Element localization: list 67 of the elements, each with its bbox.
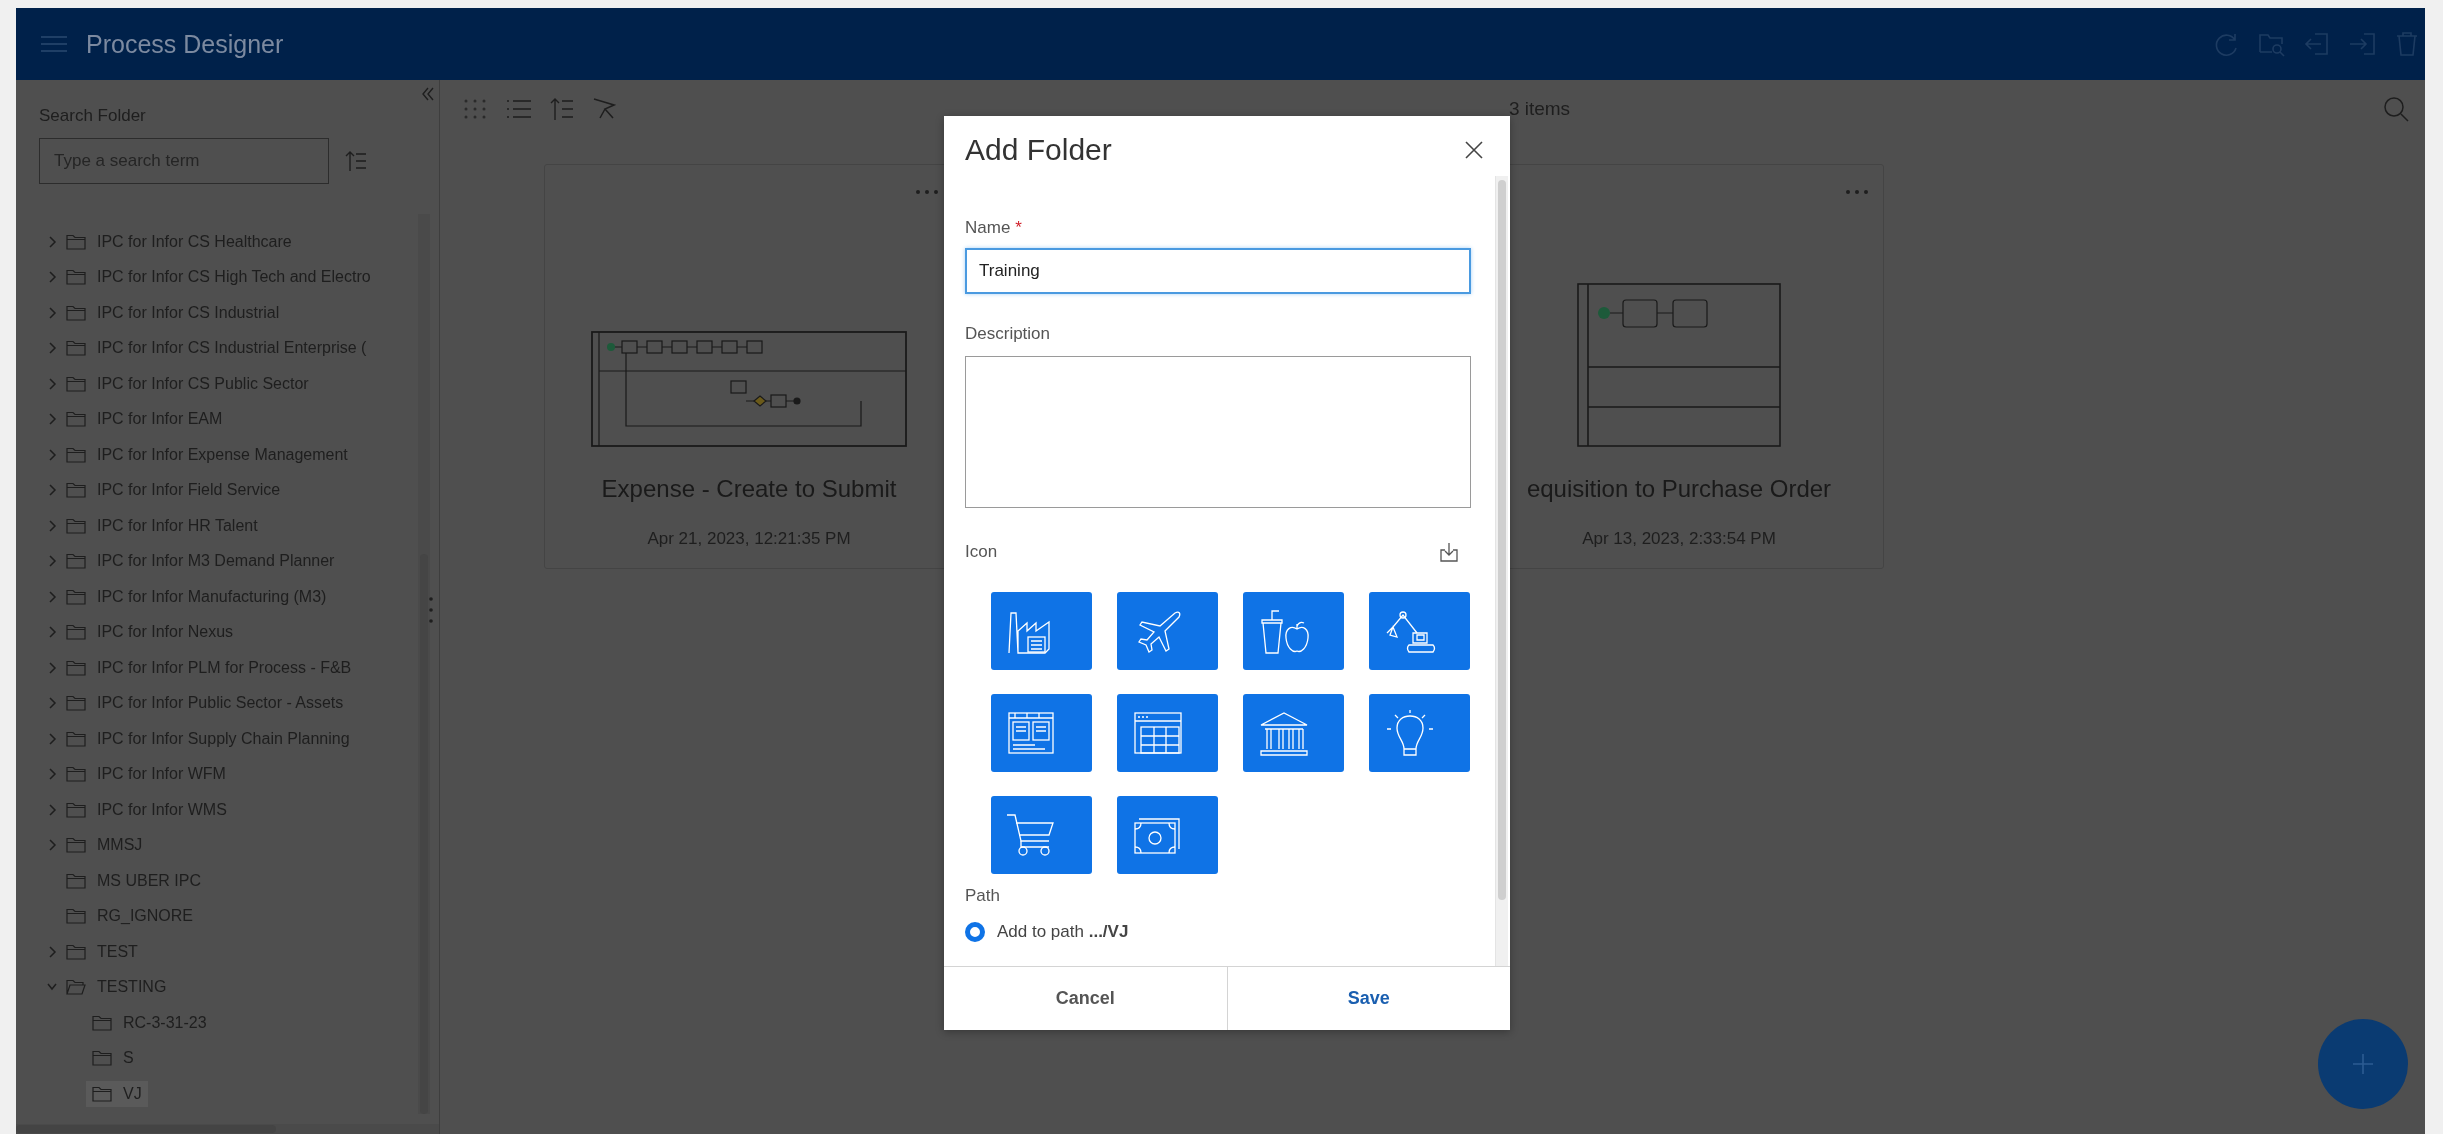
collapse-icon[interactable] — [421, 86, 435, 102]
icon-tile[interactable] — [1117, 592, 1218, 670]
icon-tile[interactable] — [1117, 694, 1218, 772]
list-view-icon[interactable] — [506, 98, 532, 120]
plus-icon — [2351, 1052, 2375, 1076]
sort-icon[interactable] — [550, 97, 574, 121]
more-icon[interactable] — [1845, 189, 1869, 195]
folder-icon — [66, 269, 86, 286]
more-icon[interactable] — [915, 189, 939, 195]
folder-icon — [66, 730, 86, 747]
search-icon[interactable] — [2383, 96, 2409, 122]
folder-icon — [66, 553, 86, 570]
icon-tile[interactable] — [991, 592, 1092, 670]
icon-tile[interactable] — [1369, 694, 1470, 772]
open-folder-icon — [66, 979, 86, 996]
folder-icon — [66, 588, 86, 605]
folder-icon — [66, 517, 86, 534]
sort-icon[interactable] — [345, 150, 367, 172]
folder-icon — [66, 659, 86, 676]
app-title: Process Designer — [86, 29, 284, 59]
scrollbar[interactable] — [16, 1124, 439, 1134]
folder-icon — [66, 340, 86, 357]
folder-icon — [66, 624, 86, 641]
folder-icon — [66, 943, 86, 960]
cancel-button[interactable]: Cancel — [944, 967, 1227, 1030]
scrollbar[interactable] — [1495, 176, 1508, 966]
icon-tile[interactable] — [991, 694, 1092, 772]
description-field[interactable] — [965, 356, 1471, 508]
close-icon[interactable] — [1464, 140, 1484, 160]
folder-icon — [66, 766, 86, 783]
folder-icon — [66, 908, 86, 925]
folder-icon — [66, 446, 86, 463]
folder-icon — [66, 837, 86, 854]
folder-icon — [92, 1085, 112, 1102]
folder-icon — [66, 801, 86, 818]
enter-icon[interactable] — [2348, 30, 2376, 58]
tree-item[interactable]: VJ — [86, 1080, 148, 1107]
radio-label: Add to path .../VJ — [997, 922, 1129, 942]
folder-icon — [92, 1050, 112, 1067]
icon-tile[interactable] — [1243, 694, 1344, 772]
folder-icon — [66, 304, 86, 321]
folder-icon — [92, 1014, 112, 1031]
folder-icon — [66, 233, 86, 250]
dialog-title: Add Folder — [965, 133, 1112, 167]
pointer-icon[interactable] — [592, 97, 616, 121]
field-label: Name — [965, 218, 1011, 238]
radio-button[interactable] — [965, 922, 985, 942]
exit-icon[interactable] — [2303, 30, 2331, 58]
import-icon[interactable] — [1439, 542, 1459, 562]
field-label: Path — [965, 886, 1001, 906]
icon-tile[interactable] — [1243, 592, 1344, 670]
scrollbar[interactable] — [418, 214, 430, 1114]
field-label: Icon — [965, 542, 998, 562]
folder-icon — [66, 411, 86, 428]
icon-tile[interactable] — [1369, 592, 1470, 670]
folder-icon — [66, 872, 86, 889]
menu-icon[interactable] — [40, 34, 68, 54]
folder-icon — [66, 482, 86, 499]
folder-icon — [66, 375, 86, 392]
required-mark: * — [1015, 218, 1022, 238]
grid-view-icon[interactable] — [462, 97, 488, 121]
field-label: Description — [965, 324, 1051, 344]
icon-tile[interactable] — [1117, 796, 1218, 874]
folder-icon — [66, 695, 86, 712]
save-button[interactable]: Save — [1226, 967, 1510, 1030]
name-field[interactable]: Training — [965, 248, 1471, 294]
icon-tile[interactable] — [991, 796, 1092, 874]
